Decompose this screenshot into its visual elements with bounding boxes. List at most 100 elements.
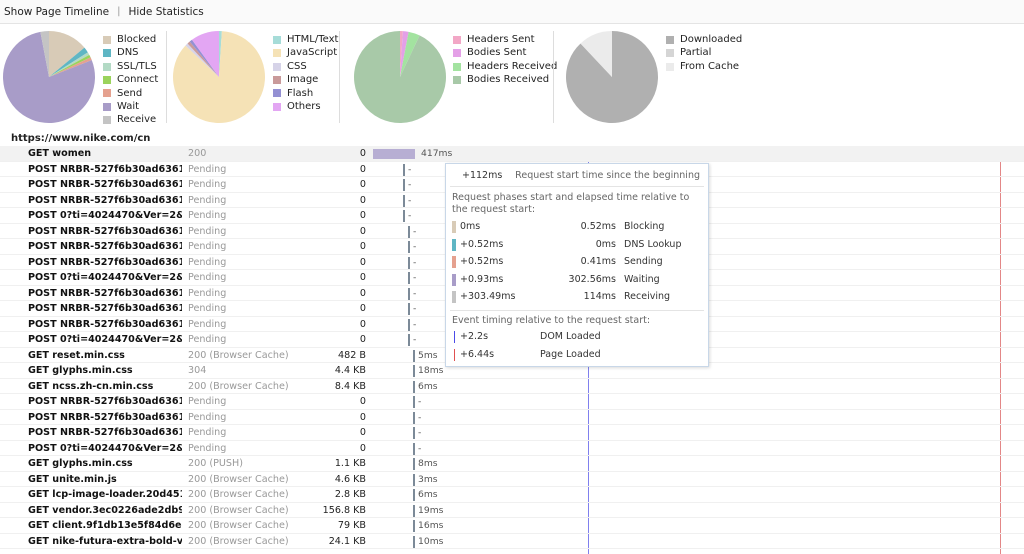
request-name[interactable]: GET client.9f1db13e5f84d6ed [28, 520, 182, 531]
request-duration: - [413, 303, 417, 314]
request-name[interactable]: POST NRBR-527f6b30ad636151 [28, 195, 182, 206]
request-duration: 6ms [418, 380, 438, 392]
request-row[interactable]: GET ncss.zh-cn.min.css 200 (Browser Cache… [0, 379, 1024, 394]
request-status: Pending [188, 411, 227, 423]
legend-label: Wait [117, 101, 140, 113]
request-row[interactable]: GET women 200 0 417ms [0, 146, 1024, 162]
request-size: 0 [359, 303, 366, 314]
waterfall-bar [413, 489, 415, 501]
request-name[interactable]: POST NRBR-527f6b30ad636151 [28, 319, 182, 330]
request-size: 0 [359, 318, 366, 330]
request-name[interactable]: POST NRBR-527f6b30ad636151 [28, 288, 182, 299]
request-name[interactable]: POST NRBR-527f6b30ad636151 [28, 226, 182, 237]
waterfall-bar [413, 442, 415, 455]
show-page-timeline-button[interactable]: Show Page Timeline [4, 6, 109, 18]
request-size: 0 [359, 241, 366, 252]
request-size: 0 [359, 411, 366, 423]
request-status: Pending [188, 427, 227, 438]
request-row[interactable]: GET unite.min.js 200 (Browser Cache) 4.6 K… [0, 472, 1024, 487]
request-name[interactable]: POST NRBR-527f6b30ad636151 [28, 303, 182, 314]
tooltip-phases-header: Request phases start and elapsed time re… [452, 192, 690, 215]
phase-start: +303.49ms [460, 291, 516, 302]
legend-label: DNS [117, 47, 139, 59]
phase-row: 0ms 0.52ms Blocking [452, 220, 704, 235]
request-row[interactable]: POST NRBR-527f6b30ad636151 Pending 0 - [0, 425, 1024, 441]
hide-statistics-button[interactable]: Hide Statistics [128, 6, 203, 18]
event-row: +6.44s Page Loaded [452, 348, 704, 363]
page-host-label[interactable]: https://www.nike.com/cn [11, 133, 150, 144]
request-size: 0 [359, 334, 366, 345]
legend-swatch [103, 49, 111, 58]
request-name[interactable]: GET ncss.zh-cn.min.css [28, 381, 182, 392]
request-row[interactable]: GET nike-futura-extra-bold-v2 200 (Browse… [0, 534, 1024, 549]
request-name[interactable]: POST 0?ti=4024470&Ver=2&mid [28, 210, 182, 221]
request-row[interactable]: POST NRBR-527f6b30ad636151 Pending 0 - [0, 410, 1024, 425]
request-name[interactable]: POST 0?ti=4024470&Ver=2&mid [28, 443, 182, 454]
legend-swatch [273, 49, 281, 58]
request-name[interactable]: GET unite.min.js [28, 474, 182, 485]
request-row[interactable]: POST NRBR-527f6b30ad636151 Pending 0 - [0, 394, 1024, 410]
request-row[interactable]: GET vendor.3ec0226ade2db9d 200 (Browser C… [0, 503, 1024, 518]
request-name[interactable]: POST 0?ti=4024470&Ver=2&mid [28, 272, 182, 283]
phase-row: +0.52ms 0ms DNS Lookup [452, 238, 704, 253]
legend-swatch [453, 75, 461, 84]
request-duration: 16ms [418, 520, 444, 531]
request-name[interactable]: GET lcp-image-loader.20d4519 [28, 489, 182, 500]
request-name[interactable]: GET nike-futura-extra-bold-v2 [28, 536, 182, 547]
phase-name: DNS Lookup [624, 238, 682, 250]
request-name[interactable]: POST NRBR-527f6b30ad636151 [28, 179, 182, 190]
legend-label: Bodies Received [467, 74, 550, 86]
request-status: 200 (PUSH) [188, 458, 243, 469]
request-name[interactable]: GET women [28, 148, 182, 159]
pie-slice-bodies-received[interactable] [354, 31, 446, 123]
request-name[interactable]: POST NRBR-527f6b30ad636151 [28, 241, 182, 252]
request-name[interactable]: POST NRBR-527f6b30ad636151 [28, 396, 182, 407]
legend-item-blocked: Blocked [103, 33, 158, 46]
tooltip-start-label: Request start time since the beginning [515, 170, 700, 181]
phase-color-swatch [452, 273, 456, 286]
request-size: 24.1 KB [328, 535, 366, 547]
request-row[interactable]: POST 0?ti=4024470&Ver=2&mid Pending 0 - [0, 441, 1024, 456]
request-duration: - [413, 334, 417, 345]
request-row[interactable]: GET glyphs.min.css 200 (PUSH) 1.1 KB 8ms [0, 456, 1024, 472]
request-status: Pending [188, 225, 227, 237]
request-size: 0 [359, 442, 366, 454]
legend-label: From Cache [680, 60, 740, 72]
waterfall-bar [408, 256, 410, 269]
request-name[interactable]: POST 0?ti=4024470&Ver=2&mid [28, 334, 182, 345]
request-size: 8.4 KB [334, 380, 366, 392]
legend-item-image: Image [273, 73, 338, 86]
request-name[interactable]: GET glyphs.min.css [28, 458, 182, 469]
legend-swatch [273, 102, 281, 111]
request-name[interactable]: GET vendor.3ec0226ade2db9d [28, 505, 182, 516]
waterfall-bar [413, 349, 415, 362]
request-size: 0 [359, 256, 366, 268]
request-status: Pending [188, 396, 227, 407]
request-duration: - [408, 194, 412, 206]
legend-label: Downloaded [680, 34, 743, 45]
legend-item-bodies-received: Bodies Received [453, 73, 557, 86]
phase-elapsed: 0ms [595, 238, 616, 250]
request-status: 200 (Browser Cache) [188, 489, 289, 500]
legend-swatch [103, 116, 111, 125]
legend-item-headers-received: Headers Received [453, 60, 557, 73]
request-name[interactable]: GET glyphs.min.css [28, 365, 182, 376]
request-name[interactable]: POST NRBR-527f6b30ad636151 [28, 257, 182, 268]
request-row[interactable]: GET lcp-image-loader.20d4519 200 (Browser… [0, 487, 1024, 503]
request-status: 304 [188, 365, 207, 376]
legend-label: Others [287, 101, 321, 113]
legend-label: JavaScript [287, 47, 338, 59]
request-row[interactable]: GET client.9f1db13e5f84d6ed 200 (Browser … [0, 518, 1024, 534]
request-name[interactable]: POST NRBR-527f6b30ad636151 [28, 164, 182, 175]
request-status: 200 (Browser Cache) [188, 380, 289, 392]
phase-name: Blocking [624, 221, 665, 232]
legend-swatch [453, 49, 461, 58]
request-name[interactable]: POST NRBR-527f6b30ad636151 [28, 427, 182, 438]
event-name: DOM Loaded [540, 331, 601, 342]
content-types-pie-chart [172, 31, 265, 123]
waterfall-bar [408, 287, 410, 300]
request-name[interactable]: GET reset.min.css [28, 350, 182, 361]
event-time: +2.2s [460, 331, 489, 342]
request-timing-tooltip: +112ms Request start time since the begi… [445, 163, 709, 367]
request-name[interactable]: POST NRBR-527f6b30ad636151 [28, 412, 182, 423]
